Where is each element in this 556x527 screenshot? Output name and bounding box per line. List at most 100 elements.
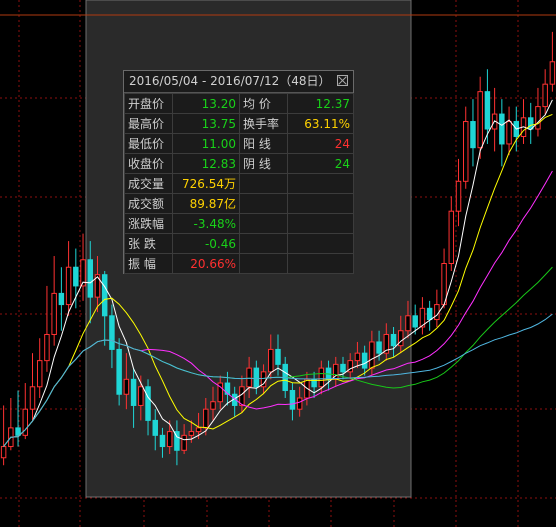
candle [116,348,122,395]
stats-row: 振 幅 20.66% [124,253,354,274]
stat-value: -3.48% [172,213,240,234]
candle [296,397,303,410]
candle [101,274,108,317]
candle [138,386,144,406]
stats-row: 成交额 89.87亿 [124,193,354,214]
stat-label: 涨跌幅 [124,213,173,234]
stat-value [287,193,354,214]
candle [506,121,512,145]
candle [549,61,556,85]
stat-label [239,213,288,234]
stat-value [287,253,354,274]
candle [253,367,260,388]
candle [390,333,397,347]
range-stats-title: 2016/05/04 - 2016/07/12（48日） [129,74,331,88]
stats-row: 张 跌 -0.46 [124,233,354,254]
stat-value: 24 [287,153,354,174]
stat-label: 阴 线 [239,153,288,174]
candle [195,427,202,433]
stat-value [287,173,354,194]
candle [210,401,216,410]
candle [36,360,43,388]
stats-row: 收盘价 12.83 阴 线 24 [124,153,354,174]
candle [51,292,57,335]
candle [542,83,548,108]
candle [58,292,65,306]
stat-value: 11.00 [172,133,240,154]
candle [426,307,433,321]
candle [166,431,173,448]
candle [361,352,368,369]
candle [340,363,346,373]
candle [73,266,79,287]
candle [455,180,462,212]
candle [463,121,469,182]
stat-value: 13.75 [172,113,240,134]
candle [159,434,166,448]
candle [246,367,252,388]
candle [87,259,93,298]
candle [65,266,72,306]
stat-label [239,193,288,214]
stats-row: 最高价 13.75 换手率 63.11% [124,113,354,134]
stats-row: 最低价 11.00 阳 线 24 [124,133,354,154]
candle [0,446,7,459]
candle [188,431,195,436]
candle [109,315,115,350]
candle [181,434,187,451]
candle [203,408,209,429]
range-stats-panel: 2016/05/04 - 2016/07/12（48日） 开盘价 13.20 均 价… [123,70,354,274]
candle [29,386,36,410]
candle [268,348,274,373]
stat-label [239,173,288,194]
candle [123,378,130,395]
stat-label: 阳 线 [239,133,288,154]
stat-label: 振 幅 [124,253,173,274]
range-stats-header[interactable]: 2016/05/04 - 2016/07/12（48日） [124,71,353,93]
candle [376,341,382,354]
candle [412,315,418,328]
candle [448,210,455,264]
stats-row: 涨跌幅 -3.48% [124,213,354,234]
stat-label: 最低价 [124,133,173,154]
stat-label: 最高价 [124,113,173,134]
stat-label [239,233,288,254]
close-icon[interactable] [337,75,348,86]
candle [130,378,137,406]
stat-value [287,213,354,234]
stat-label [239,253,288,274]
stat-value: 726.54万 [172,173,240,194]
stat-value: 12.83 [172,153,240,174]
stats-row: 成交量 726.54万 [124,173,354,194]
stat-label: 张 跌 [124,233,173,254]
stat-label: 换手率 [239,113,288,134]
stat-label: 开盘价 [124,93,173,114]
stat-value: 24 [287,133,354,154]
stats-table: 开盘价 13.20 均 价 12.37 最高价 13.75 换手率 63.11% 最低价 11.0… [124,93,354,274]
candle [477,91,483,149]
stat-value: 63.11% [287,113,354,134]
stat-value: 13.20 [172,93,240,114]
stat-value: 12.37 [287,93,354,114]
candle [369,341,375,369]
candle [289,390,296,410]
candle [354,352,361,362]
stat-label: 成交额 [124,193,173,214]
candle [44,333,50,362]
stat-label: 均 价 [239,93,288,114]
candle [145,386,151,421]
candle [527,117,534,130]
stat-value [287,233,354,254]
candle [470,121,476,149]
stats-row: 开盘价 13.20 均 价 12.37 [124,93,354,114]
candle [484,91,491,130]
stat-label: 成交量 [124,173,173,194]
candle [15,427,21,436]
stat-label: 收盘价 [124,153,173,174]
candle [152,419,158,436]
candle [499,113,505,145]
stat-value: 89.87亿 [172,193,240,214]
candle [318,367,325,388]
candle [275,348,281,365]
stat-value: 20.66% [172,253,240,274]
